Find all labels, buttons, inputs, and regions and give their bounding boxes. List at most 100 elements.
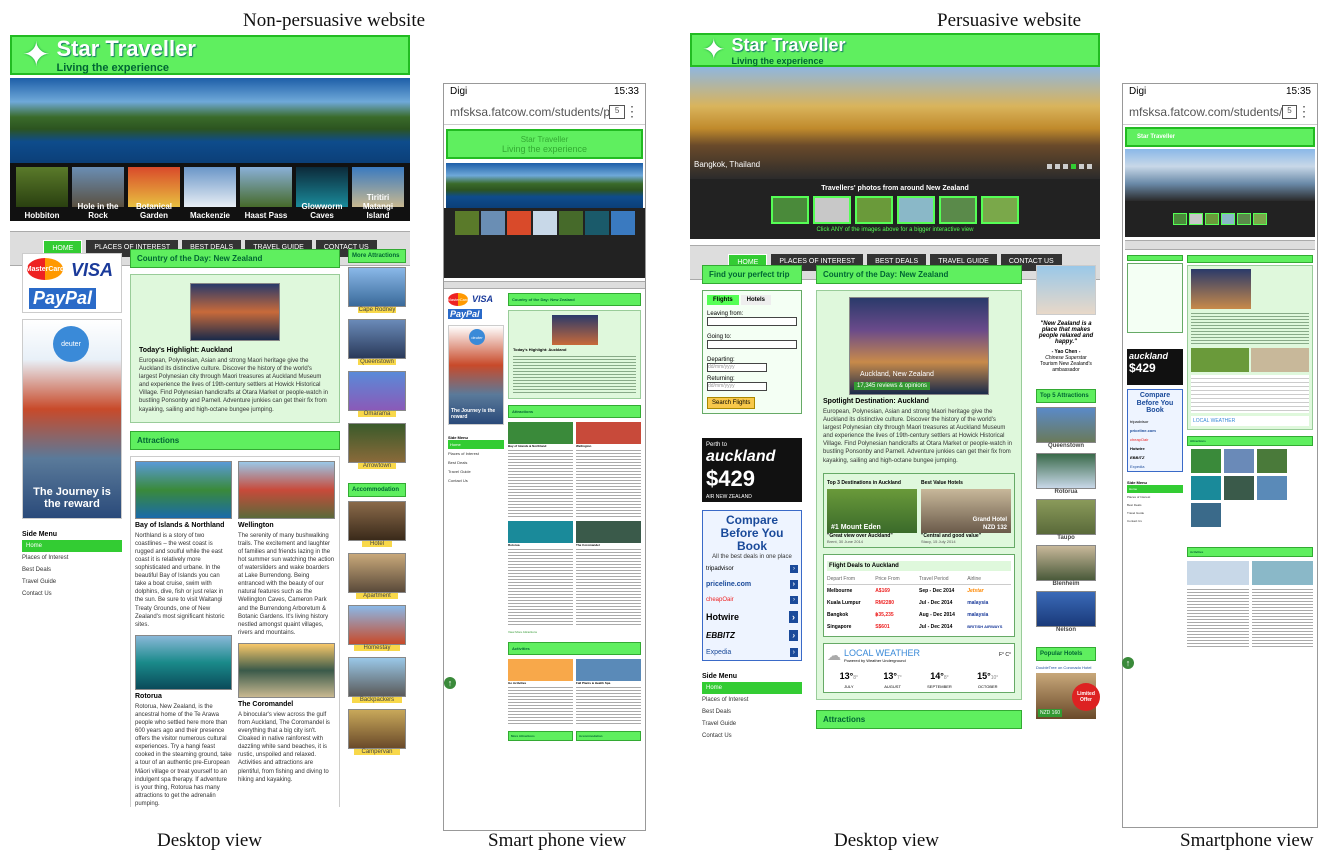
photo-thumb-3[interactable] [855,196,893,224]
side-menu-contact[interactable]: Contact Us [702,730,802,742]
deuter-ad[interactable]: deuter The Journey is the reward [22,319,122,519]
top5-image-1[interactable] [1036,407,1096,443]
scroll-top-icon[interactable]: ↑ [444,677,456,689]
compare-site-2[interactable]: priceline.com [1130,428,1180,433]
nav-bar[interactable] [1125,240,1315,250]
thumb-6[interactable] [584,211,609,235]
side-menu-places[interactable]: Places of Interest [702,694,802,706]
flight-row-1[interactable]: Melbourne A$169 Sep - Dec 2014 Jetstar [827,585,1011,597]
photos-link[interactable]: Click ANY of the images above for a bigg… [690,227,1100,233]
air-nz-ad[interactable]: auckland $429 [1127,349,1183,385]
photo-thumb-4[interactable] [897,196,935,224]
search-flights-button[interactable]: Search Flights [707,397,756,409]
top3-image[interactable] [1191,348,1249,372]
accom-image-5[interactable] [348,709,406,749]
wellington-image[interactable] [238,460,335,519]
accom-image-2[interactable] [348,553,406,593]
url-text[interactable]: mfsksa.fatcow.com/students/pl [1129,105,1282,119]
flight-table[interactable] [1191,375,1309,413]
side-menu-guide[interactable]: Travel Guide [1127,509,1183,517]
hero-image[interactable] [1191,269,1251,309]
accom-image-3[interactable] [348,605,406,645]
returning-input[interactable]: dd/mm/yyyy [707,382,767,391]
mount-eden-image[interactable]: #1 Mount Eden [827,488,917,533]
departing-input[interactable]: dd/mm/yyyy [707,363,767,372]
compare-site-5[interactable]: EBBITZ [1130,455,1180,460]
attr-thumb-4[interactable] [1191,476,1221,500]
side-menu-guide[interactable]: Travel Guide [702,718,802,730]
flight-row-4[interactable]: Singapore S$601 Jul - Dec 2014 BRITISH AIRW… [827,621,1011,633]
top5-image-4[interactable] [1036,545,1096,581]
compare-site-6[interactable]: Expedia [1130,464,1180,469]
grand-hotel-image[interactable]: Grand Hotel NZD 132 [921,488,1011,533]
menu-dots-icon[interactable]: ⋮ [1297,103,1311,120]
thumb-4[interactable] [532,211,557,235]
thumb-tiritiri[interactable]: Tiritiri Matangi Island [352,167,404,220]
attr-image-3[interactable] [508,521,573,543]
leaving-input[interactable] [707,317,797,326]
activity-image-2[interactable] [576,659,641,681]
attr-image-4[interactable] [576,521,641,543]
attr-thumb-6[interactable] [1257,476,1287,500]
top5-image-2[interactable] [1036,453,1096,489]
top5-image-5[interactable] [1036,591,1096,627]
side-menu-guide[interactable]: Travel Guide [22,576,122,588]
attr-thumb-5[interactable] [1224,476,1254,500]
compare-row-6[interactable]: Expedia › [706,647,798,657]
photo-thumb-5[interactable] [939,196,977,224]
accom-image-1[interactable] [348,501,406,541]
attr-thumb-3[interactable] [1257,449,1287,473]
more-attr-image-1[interactable] [348,267,406,307]
attr-thumb-2[interactable] [1224,449,1254,473]
side-menu-deals[interactable]: Best Deals [702,706,802,718]
thumb-1[interactable] [454,211,479,235]
compare-site-1[interactable]: tripadvisor [1130,419,1180,424]
side-menu-home[interactable]: Home [1127,485,1183,494]
compare-site-4[interactable]: Hotwire [1130,446,1180,451]
address-bar[interactable]: mfsksa.fatcow.com/students/pl 5 ⋮ [444,99,645,125]
thumb-5[interactable] [558,211,583,235]
deuter-ad[interactable]: deuter The Journey is the reward [448,325,504,425]
attr-thumb-7[interactable] [1191,503,1221,527]
rotorua-image[interactable] [135,634,232,690]
auckland-hero-image[interactable]: Auckland, New Zealand 17,345 reviews & o… [849,297,989,395]
thumb-haast-pass[interactable]: Haast Pass [240,167,292,220]
side-menu-deals[interactable]: Best Deals [22,564,122,576]
scroll-top-icon[interactable]: ↑ [1122,657,1134,669]
activity-image-1[interactable] [508,659,573,681]
address-bar[interactable]: mfsksa.fatcow.com/students/pl 5 ⋮ [1123,99,1317,125]
thumb-2[interactable] [480,211,505,235]
menu-dots-icon[interactable]: ⋮ [625,103,639,120]
photo-thumb-6[interactable] [981,196,1019,224]
flight-row-3[interactable]: Bangkok ฿35,235 Aug - Dec 2014 malaysia [827,609,1011,621]
bay-of-islands-image[interactable] [135,460,232,519]
side-menu-home[interactable]: Home [448,440,504,449]
trip-form[interactable] [1127,263,1183,333]
hotel-image[interactable] [1251,348,1309,372]
side-menu-places[interactable]: Places of Interest [1127,493,1183,501]
nav-bar[interactable] [444,281,645,289]
activity-image-2[interactable] [1251,561,1313,585]
going-input[interactable] [707,340,797,349]
attr-image-1[interactable] [508,422,573,444]
thumb-botanical-garden[interactable]: Botanical Garden [128,167,180,220]
side-menu-contact[interactable]: Contact Us [22,588,122,600]
compare-row-1[interactable]: tripadvisor › [706,564,798,573]
attr-image-2[interactable] [576,422,641,444]
weather-units[interactable]: F° C° [999,652,1011,658]
compare-row-3[interactable]: cheapOair › [706,595,798,604]
more-attr-image-3[interactable] [348,371,406,411]
tab-hotels[interactable]: Hotels [740,295,772,305]
more-attr-image-4[interactable] [348,423,406,463]
top5-image-3[interactable] [1036,499,1096,535]
side-menu-deals[interactable]: Best Deals [448,458,504,467]
thumb-hole-in-rock[interactable]: Hole in the Rock [72,167,124,220]
thumb-3[interactable] [506,211,531,235]
air-nz-ad[interactable]: Perth to auckland $429 AIR NEW ZEALAND [702,438,802,502]
tab-count[interactable]: 5 [609,104,625,119]
side-menu-places[interactable]: Places of Interest [22,552,122,564]
thumb-7[interactable] [610,211,635,235]
photo-thumb-1[interactable] [771,196,809,224]
coromandel-image[interactable] [238,642,335,698]
side-menu-contact[interactable]: Contact Us [1127,517,1183,525]
